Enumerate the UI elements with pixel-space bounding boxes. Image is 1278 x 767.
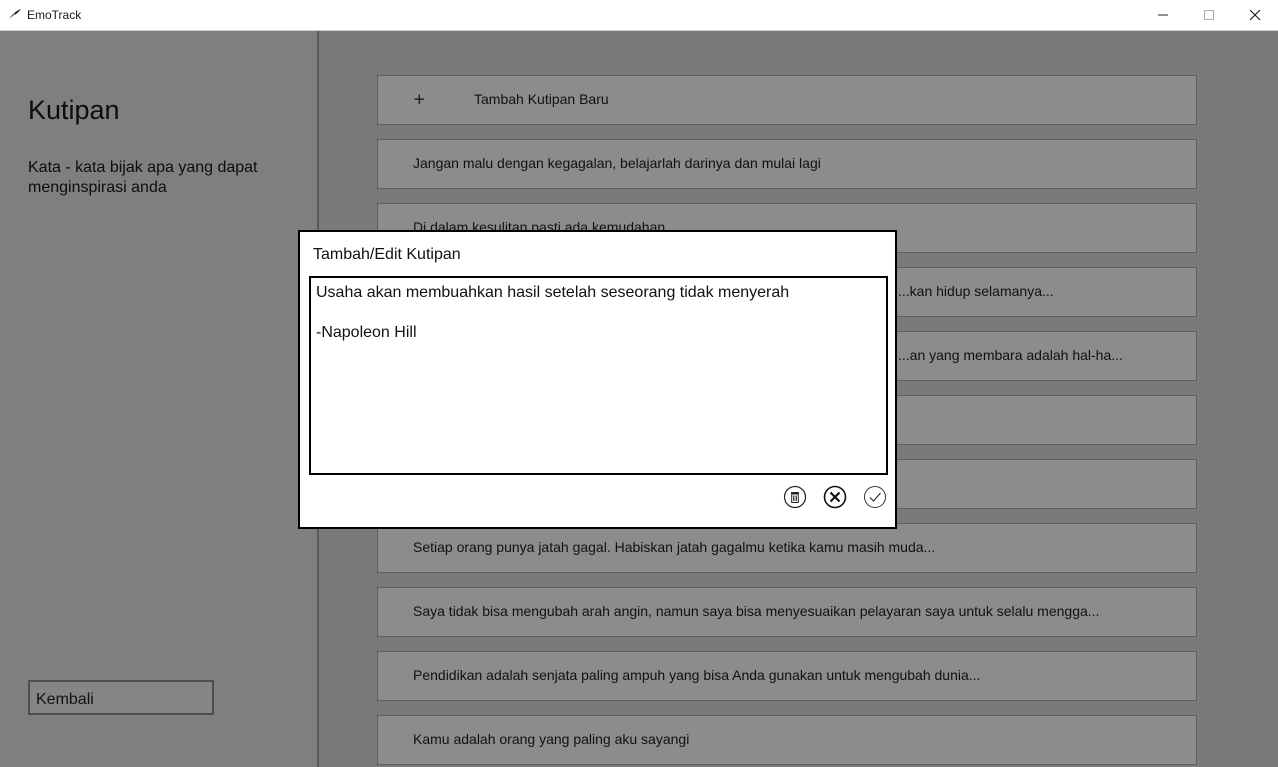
sidebar: Kutipan Kata - kata bijak apa yang dapat… xyxy=(0,31,319,767)
maximize-icon xyxy=(1204,10,1214,20)
title-bar: EmoTrack xyxy=(0,0,1278,31)
minimize-button[interactable] xyxy=(1140,0,1186,30)
quote-text: Pendidikan adalah senjata paling ampuh y… xyxy=(413,667,981,683)
close-icon xyxy=(1249,9,1261,21)
quote-text: Saya tidak bisa mengubah arah angin, nam… xyxy=(413,603,1100,619)
quote-line: Usaha akan membuahkan hasil setelah sese… xyxy=(316,284,790,301)
add-quote-label: Tambah Kutipan Baru xyxy=(474,91,609,107)
page-title: Kutipan xyxy=(28,95,120,125)
quote-line xyxy=(316,303,881,323)
quote-text: Setiap orang punya jatah gagal. Habiskan… xyxy=(413,539,936,555)
maximize-button[interactable] xyxy=(1186,0,1232,30)
quote-line: -Napoleon Hill xyxy=(316,324,417,341)
minimize-icon xyxy=(1158,14,1168,16)
quote-item[interactable]: Saya tidak bisa mengubah arah angin, nam… xyxy=(377,587,1197,637)
quote-item[interactable]: Kamu adalah orang yang paling aku sayang… xyxy=(377,715,1197,765)
quote-item[interactable]: Pendidikan adalah senjata paling ampuh y… xyxy=(377,651,1197,701)
confirm-icon[interactable] xyxy=(863,485,887,509)
cancel-icon[interactable] xyxy=(823,485,847,509)
trash-icon[interactable] xyxy=(783,485,807,509)
close-button[interactable] xyxy=(1232,0,1278,30)
dialog-title: Tambah/Edit Kutipan xyxy=(313,246,461,263)
quote-item[interactable]: Setiap orang punya jatah gagal. Habiskan… xyxy=(377,523,1197,573)
quote-text: ...kan hidup selamanya... xyxy=(898,283,1054,299)
plus-icon: + xyxy=(413,90,426,108)
quote-text: Jangan malu dengan kegagalan, belajarlah… xyxy=(413,155,821,171)
quote-textarea[interactable]: Usaha akan membuahkan hasil setelah sese… xyxy=(309,276,888,475)
quote-item[interactable]: Jangan malu dengan kegagalan, belajarlah… xyxy=(377,139,1197,189)
page-subtitle: Kata - kata bijak apa yang dapat mengins… xyxy=(28,159,258,196)
add-quote-button[interactable]: + Tambah Kutipan Baru xyxy=(377,75,1197,125)
edit-quote-dialog: Tambah/Edit Kutipan Usaha akan membuahka… xyxy=(298,230,897,529)
quote-text: ...an yang membara adalah hal-ha... xyxy=(898,347,1123,363)
quote-text: Kamu adalah orang yang paling aku sayang… xyxy=(413,731,690,747)
app-title: EmoTrack xyxy=(27,8,82,22)
feather-icon xyxy=(7,9,21,22)
back-button[interactable]: Kembali xyxy=(28,680,214,715)
